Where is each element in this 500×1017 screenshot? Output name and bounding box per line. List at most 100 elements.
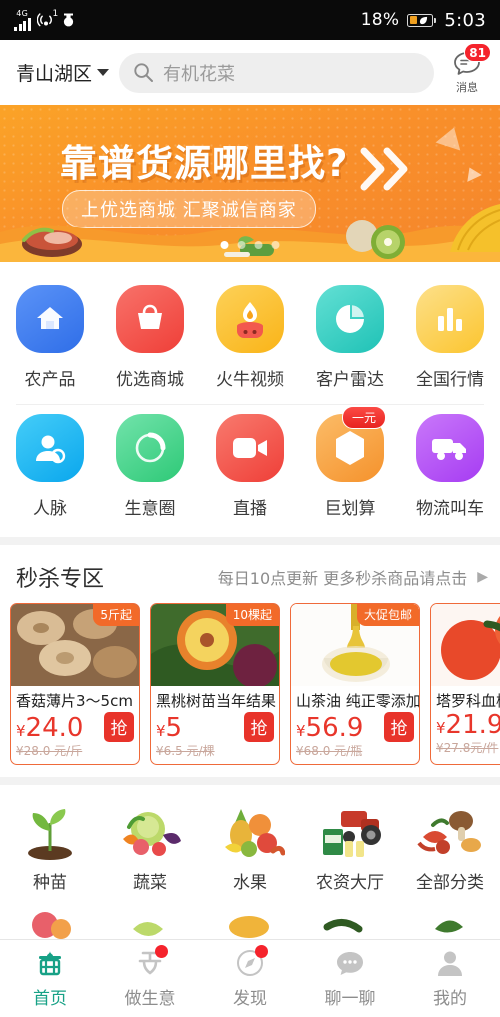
product-old-price: ¥27.8元/件 — [436, 741, 499, 756]
produce-photo — [313, 903, 387, 939]
buy-button[interactable]: 抢 — [104, 711, 134, 742]
promo-banner[interactable]: 靠谱货源哪里找? 上优选商城 汇聚诚信商家 — [0, 105, 500, 262]
product-price-row: ¥21.9 — [431, 711, 500, 739]
seedling-photo — [13, 799, 87, 861]
quick-item-live[interactable]: 直播 — [200, 405, 300, 533]
category-item-partial[interactable] — [200, 903, 300, 939]
search-icon — [134, 63, 154, 82]
category-label: 水果 — [233, 872, 267, 893]
message-label: 消息 — [456, 81, 478, 94]
quick-item-label: 人脉 — [33, 499, 67, 519]
tab-chat[interactable]: 聊一聊 — [300, 947, 400, 1009]
product-old-price: ¥6.5 元/棵 — [156, 743, 215, 758]
vegetables-photo — [113, 799, 187, 861]
flash-sale-card-list[interactable]: 5斤起 香菇薄片3～5cm ¥24.0 抢 ¥28.0 元/斤 10棵起 黑桃树… — [0, 602, 500, 765]
product-name: 黑桃树苗当年结果 — [156, 691, 277, 710]
product-price: ¥21.9 — [436, 709, 500, 740]
banner-pagination[interactable] — [220, 241, 280, 249]
sell-icon — [133, 945, 168, 979]
tractor-photo — [313, 799, 387, 861]
chevron-right-icon: ▶ — [477, 568, 488, 585]
battery-percent-label: 18% — [360, 10, 400, 30]
flash-sale-subtitle: 每日10点更新 更多秒杀商品请点击 — [217, 568, 468, 588]
search-input[interactable]: 有机花菜 — [119, 52, 434, 93]
buy-button[interactable]: 抢 — [384, 711, 414, 742]
flash-sale-card[interactable]: 5斤起 香菇薄片3～5cm ¥24.0 抢 ¥28.0 元/斤 — [10, 602, 140, 765]
quick-item-deals[interactable]: 一元 巨划算 — [300, 405, 400, 533]
signal-icon: 4G — [14, 9, 31, 31]
location-selector[interactable]: 青山湖区 — [16, 59, 110, 86]
status-bar: 4G 1 18% 5:03 — [0, 0, 500, 40]
message-badge: 81 — [464, 43, 491, 62]
truck-icon — [416, 414, 484, 482]
quick-item-label: 生意圈 — [124, 499, 176, 519]
section-gap — [0, 537, 500, 545]
quick-grid-row-1: 农产品 优选商城 火牛视频 客户雷达 全国行情 — [0, 276, 500, 404]
quick-item-label: 客户雷达 — [316, 370, 384, 390]
message-button[interactable]: 81 消息 — [444, 43, 491, 95]
quick-item-label: 直播 — [233, 499, 267, 519]
flash-sale-header[interactable]: 秒杀专区 每日10点更新 更多秒杀商品请点击 ▶ — [0, 545, 500, 603]
discover-icon — [233, 945, 268, 979]
product-price: ¥5 — [156, 712, 183, 743]
category-row-1: 种苗 蔬菜 水果 农资大厅 全部分类 — [0, 799, 500, 903]
category-label: 农资大厅 — [316, 872, 384, 893]
product-tag: 大促包邮 — [356, 603, 419, 626]
flash-sale-card[interactable]: 塔罗科血橙 ¥21.9 ¥27.8元/件 — [430, 602, 500, 765]
tab-profile[interactable]: 我的 — [400, 947, 500, 1009]
tab-label: 我的 — [433, 989, 467, 1010]
product-name: 塔罗科血橙 — [436, 691, 500, 710]
category-item-fruits[interactable]: 水果 — [200, 799, 300, 903]
category-item-agri-supplies[interactable]: 农资大厅 — [300, 799, 400, 903]
quick-item-contacts[interactable]: 人脉 — [0, 405, 100, 533]
produce-photo — [13, 903, 87, 939]
quick-item-label: 农产品 — [24, 370, 76, 390]
bull-flame-icon — [216, 285, 284, 353]
tab-discover[interactable]: 发现 — [200, 945, 300, 1009]
quick-item-market[interactable]: 全国行情 — [400, 276, 500, 404]
quick-item-label: 优选商城 — [116, 370, 184, 390]
bar-chart-icon — [416, 285, 484, 353]
hotspot-icon: 1 — [36, 9, 59, 28]
product-old-price: ¥68.0 元/瓶 — [296, 743, 363, 758]
quick-item-video[interactable]: 火牛视频 — [200, 276, 300, 404]
quick-item-radar[interactable]: 客户雷达 — [300, 276, 400, 404]
flash-sale-section: 秒杀专区 每日10点更新 更多秒杀商品请点击 ▶ 5斤起 香菇薄片3～5cm ¥… — [0, 544, 500, 777]
location-label: 青山湖区 — [16, 63, 93, 85]
product-image: 10棵起 — [151, 603, 279, 686]
flash-sale-card[interactable]: 10棵起 黑桃树苗当年结果 ¥5 抢 ¥6.5 元/棵 — [150, 602, 280, 765]
clock-label: 5:03 — [444, 9, 486, 31]
category-item-all[interactable]: 全部分类 — [400, 799, 500, 903]
category-item-partial[interactable] — [300, 903, 400, 939]
fruits-photo — [213, 799, 287, 861]
chevron-down-icon — [97, 69, 110, 76]
quick-item-logistics[interactable]: 物流叫车 — [400, 405, 500, 533]
quick-item-mall[interactable]: 优选商城 — [100, 276, 200, 404]
hotspot-count-label: 1 — [52, 9, 59, 19]
produce-photo — [213, 903, 287, 939]
category-row-2-partial — [0, 903, 500, 939]
tab-home[interactable]: 首页 — [0, 947, 100, 1009]
video-camera-icon — [216, 414, 284, 482]
category-section: 种苗 蔬菜 水果 农资大厅 全部分类 — [0, 784, 500, 939]
category-label: 种苗 — [33, 872, 67, 893]
flash-sale-card[interactable]: 大促包邮 山茶油 纯正零添加 ¥56.9 抢 ¥68.0 元/瓶 — [290, 602, 420, 765]
tab-label: 首页 — [33, 989, 67, 1010]
category-item-partial[interactable] — [0, 903, 100, 939]
product-price: ¥56.9 — [296, 712, 364, 743]
category-item-partial[interactable] — [100, 903, 200, 939]
banner-kiwi — [346, 220, 405, 259]
buy-button[interactable]: 抢 — [244, 711, 274, 742]
banner-corn — [450, 204, 500, 252]
banner-title: 靠谱货源哪里找? — [60, 142, 349, 185]
quick-item-agriculture[interactable]: 农产品 — [0, 276, 100, 404]
blood-orange-photo — [431, 603, 500, 686]
category-item-partial[interactable] — [400, 903, 500, 939]
category-item-seedling[interactable]: 种苗 — [0, 799, 100, 903]
product-price-row: ¥56.9 抢 — [291, 711, 419, 742]
quick-item-circle[interactable]: 生意圈 — [100, 405, 200, 533]
category-item-vegetables[interactable]: 蔬菜 — [100, 799, 200, 903]
quick-item-label: 物流叫车 — [416, 499, 484, 519]
tab-business[interactable]: 做生意 — [100, 945, 200, 1009]
quick-entry-grid: 农产品 优选商城 火牛视频 客户雷达 全国行情 人脉 生意圈 直播 一元 巨划算… — [0, 262, 500, 537]
